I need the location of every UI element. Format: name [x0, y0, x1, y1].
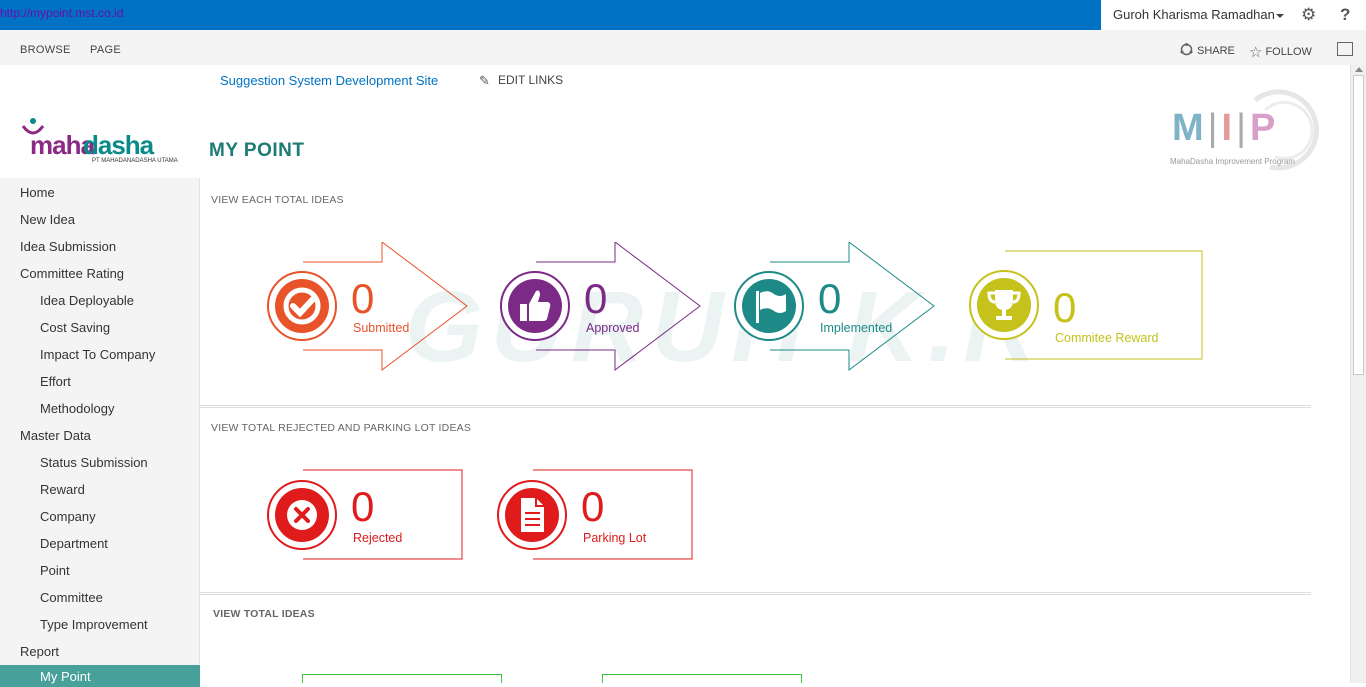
follow-label: FOLLOW — [1265, 46, 1312, 58]
implemented-count: 0 — [818, 275, 842, 322]
submitted-card[interactable]: 0 Submitted — [267, 242, 477, 372]
sidebar-item-type-improvement[interactable]: Type Improvement — [40, 617, 148, 632]
sidebar-item-idea-submission[interactable]: Idea Submission — [20, 239, 116, 254]
scrollbar[interactable] — [1350, 65, 1366, 683]
share-icon — [1180, 43, 1193, 56]
sidebar-item-home[interactable]: Home — [20, 185, 55, 200]
parking-lot-circle — [497, 480, 567, 550]
section-label-total: VIEW TOTAL IDEAS — [213, 608, 315, 620]
section-divider — [200, 592, 1311, 595]
approved-label: Approved — [586, 321, 640, 335]
sidebar-item-master-data[interactable]: Master Data — [20, 428, 91, 443]
sidebar-item-label: My Point — [40, 669, 91, 684]
suite-bar: http://mypoint.mst.co.id Guroh Kharisma … — [0, 0, 1366, 30]
share-button[interactable]: SHARE — [1180, 43, 1235, 57]
approved-circle — [500, 271, 570, 341]
rejected-count: 0 — [351, 483, 375, 530]
section-label-rejected-parking: VIEW TOTAL REJECTED AND PARKING LOT IDEA… — [211, 422, 472, 434]
section-divider — [200, 405, 1311, 408]
sidebar-item-department[interactable]: Department — [40, 536, 108, 551]
section-label-each-total: VIEW EACH TOTAL IDEAS — [211, 194, 344, 206]
mip-letters: M|I|P — [1172, 107, 1280, 149]
quick-launch: Home New Idea Idea Submission Committee … — [0, 178, 200, 687]
total-ideas-card[interactable] — [602, 674, 802, 683]
rejected-circle — [267, 480, 337, 550]
sidebar-item-committee[interactable]: Committee — [40, 590, 103, 605]
implemented-label: Implemented — [820, 321, 893, 335]
document-icon — [505, 488, 559, 542]
follow-button[interactable]: ☆ FOLLOW — [1249, 43, 1312, 61]
suite-bar-blue — [0, 0, 1101, 30]
rejected-card[interactable]: 0 Rejected — [267, 469, 467, 561]
implemented-circle — [734, 271, 804, 341]
edit-links-button[interactable]: EDIT LINKS — [498, 73, 563, 87]
site-url-link[interactable]: http://mypoint.mst.co.id — [0, 6, 123, 20]
sidebar-item-reward[interactable]: Reward — [40, 482, 85, 497]
mip-tagline: MahaDasha Improvement Program — [1170, 157, 1295, 166]
site-title-link[interactable]: Suggestion System Development Site — [220, 73, 438, 88]
submitted-label: Submitted — [353, 321, 410, 335]
thumbs-up-icon — [508, 279, 562, 333]
submitted-count: 0 — [351, 275, 375, 322]
tab-browse[interactable]: BROWSE — [20, 44, 71, 56]
sidebar-item-methodology[interactable]: Methodology — [40, 401, 114, 416]
sidebar-item-report[interactable]: Report — [20, 644, 59, 659]
reward-label: Commitee Reward — [1055, 331, 1159, 345]
scrollbar-thumb[interactable] — [1353, 75, 1364, 375]
total-ideas-card[interactable] — [302, 674, 502, 683]
share-label: SHARE — [1197, 45, 1235, 57]
ribbon: BROWSE PAGE SHARE ☆ FOLLOW — [0, 30, 1366, 65]
parking-lot-count: 0 — [581, 483, 605, 530]
sidebar-item-new-idea[interactable]: New Idea — [20, 212, 75, 227]
reward-circle — [969, 270, 1039, 340]
sidebar-item-company[interactable]: Company — [40, 509, 96, 524]
sidebar-item-cost-saving[interactable]: Cost Saving — [40, 320, 110, 335]
sidebar-item-effort[interactable]: Effort — [40, 374, 71, 389]
focus-content-icon[interactable] — [1337, 42, 1353, 56]
sidebar-item-status-submission[interactable]: Status Submission — [40, 455, 148, 470]
trophy-icon — [977, 278, 1031, 332]
company-logo[interactable]: maha dasha PT MAHADANADASHA UTAMA — [20, 112, 180, 172]
mip-logo: M|I|P MahaDasha Improvement Program — [1160, 85, 1330, 175]
flag-icon — [742, 279, 796, 333]
submitted-circle — [267, 271, 337, 341]
reward-count: 0 — [1053, 284, 1077, 331]
check-circle-icon — [275, 279, 329, 333]
sidebar-item-committee-rating[interactable]: Committee Rating — [20, 266, 124, 281]
sidebar-item-my-point[interactable]: My Point — [0, 665, 200, 687]
sidebar-item-impact-to-company[interactable]: Impact To Company — [40, 347, 155, 362]
page-title: MY POINT — [209, 140, 305, 161]
logo-word-dasha: dasha — [83, 130, 154, 160]
scroll-up-icon[interactable] — [1355, 67, 1363, 72]
gear-icon[interactable]: ⚙ — [1301, 6, 1316, 24]
approved-card[interactable]: 0 Approved — [500, 242, 710, 372]
implemented-card[interactable]: 0 Implemented — [734, 242, 944, 372]
user-menu[interactable]: Guroh Kharisma Ramadhan — [1113, 7, 1275, 22]
reward-card[interactable]: 0 Commitee Reward — [969, 250, 1204, 362]
star-icon: ☆ — [1249, 44, 1263, 61]
approved-count: 0 — [584, 275, 608, 322]
rejected-label: Rejected — [353, 531, 403, 545]
tab-page[interactable]: PAGE — [90, 44, 121, 56]
close-icon — [275, 488, 329, 542]
sidebar-item-point[interactable]: Point — [40, 563, 70, 578]
parking-lot-label: Parking Lot — [583, 531, 647, 545]
parking-lot-card[interactable]: 0 Parking Lot — [497, 469, 697, 561]
pencil-icon[interactable]: ✎ — [479, 73, 490, 89]
chevron-down-icon[interactable] — [1276, 14, 1284, 18]
sidebar-item-idea-deployable[interactable]: Idea Deployable — [40, 293, 134, 308]
logo-tagline: PT MAHADANADASHA UTAMA — [92, 158, 178, 164]
help-icon[interactable]: ? — [1340, 5, 1350, 25]
